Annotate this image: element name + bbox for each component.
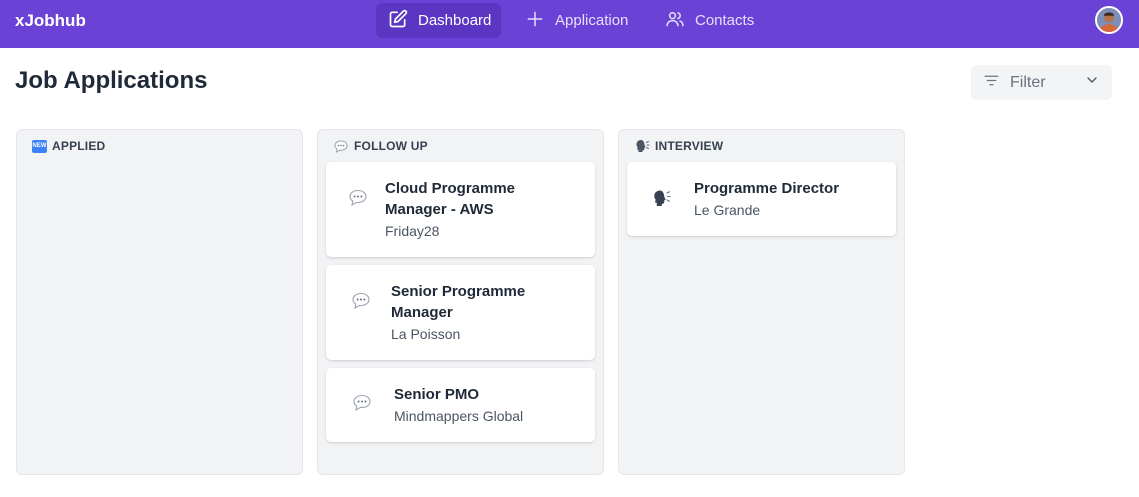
plus-icon bbox=[525, 9, 545, 33]
new-badge-icon: NEW bbox=[32, 139, 47, 153]
column-interview: INTERVIEW Programme Director Le Grande bbox=[618, 129, 905, 475]
column-follow-up: FOLLOW UP Cloud Programme Manager - AWS … bbox=[317, 129, 604, 475]
filter-dropdown[interactable]: Filter bbox=[971, 65, 1112, 100]
job-title: Senior PMO bbox=[394, 386, 480, 403]
job-title: Senior Programme Manager bbox=[391, 283, 526, 321]
top-nav-bar: xJobhub Dashboard Application Contacts bbox=[0, 0, 1139, 48]
column-header: NEW APPLIED bbox=[32, 139, 105, 153]
edit-square-icon bbox=[388, 9, 408, 33]
users-icon bbox=[665, 9, 685, 33]
speech-bubble-icon bbox=[352, 393, 372, 413]
filter-lines-icon bbox=[983, 72, 1000, 94]
column-title: FOLLOW UP bbox=[354, 139, 428, 153]
speech-bubble-icon bbox=[333, 139, 349, 153]
filter-label: Filter bbox=[1010, 73, 1046, 91]
chevron-down-icon bbox=[1084, 72, 1100, 93]
column-header: INTERVIEW bbox=[634, 139, 723, 153]
speaking-head-icon bbox=[652, 188, 672, 208]
column-applied: NEW APPLIED bbox=[16, 129, 303, 475]
job-card[interactable]: Programme Director Le Grande bbox=[627, 162, 896, 236]
column-title: INTERVIEW bbox=[655, 139, 724, 153]
speech-bubble-icon bbox=[348, 188, 368, 208]
column-header: FOLLOW UP bbox=[333, 139, 428, 153]
nav-dashboard[interactable]: Dashboard bbox=[376, 3, 501, 38]
job-title: Programme Director bbox=[694, 180, 840, 197]
brand-logo[interactable]: xJobhub bbox=[15, 11, 86, 31]
page-title: Job Applications bbox=[15, 67, 208, 94]
nav-dashboard-label: Dashboard bbox=[418, 12, 492, 29]
company-name: Friday28 bbox=[385, 223, 440, 239]
nav-application-label: Application bbox=[555, 12, 629, 29]
user-avatar[interactable] bbox=[1095, 6, 1123, 34]
job-card[interactable]: Senior PMO Mindmappers Global bbox=[326, 368, 595, 442]
company-name: Le Grande bbox=[694, 202, 761, 218]
speech-bubble-icon bbox=[351, 291, 371, 311]
column-title: APPLIED bbox=[52, 139, 106, 153]
nav-contacts[interactable]: Contacts bbox=[653, 3, 765, 38]
speaking-head-icon bbox=[634, 139, 650, 153]
job-title: Cloud Programme Manager - AWS bbox=[385, 180, 516, 218]
company-name: La Poisson bbox=[391, 326, 461, 342]
nav-contacts-label: Contacts bbox=[695, 12, 755, 29]
job-card[interactable]: Senior Programme Manager La Poisson bbox=[326, 265, 595, 360]
job-card[interactable]: Cloud Programme Manager - AWS Friday28 bbox=[326, 162, 595, 257]
company-name: Mindmappers Global bbox=[394, 408, 524, 424]
nav-application[interactable]: Application bbox=[513, 3, 643, 38]
